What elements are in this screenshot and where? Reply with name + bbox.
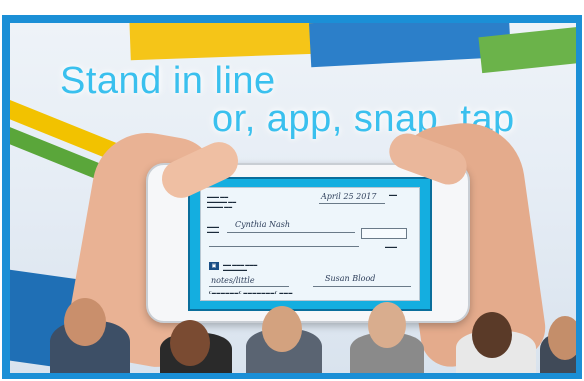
check-number: ▬▬	[389, 192, 397, 197]
check-date: April 25 2017	[321, 192, 377, 201]
check-account-holder: ▬▬▬ ▬▬ ▬▬▬▬▬ ▬▬ ▬▬▬▬ ▬▬	[207, 194, 237, 209]
check-memo: notes/little	[211, 276, 255, 285]
check-amount-box	[361, 228, 407, 239]
person-2-head	[170, 320, 210, 366]
person-6-head	[548, 316, 576, 360]
bank-name: ▬▬ ▬▬▬ ▬▬▬ ▬▬▬▬▬▬	[223, 262, 258, 272]
check-pay-to-label: ▬▬▬ ▬▬▬	[207, 224, 219, 234]
bank-logo: ▣	[209, 262, 219, 270]
check-dollars-label: ▬▬▬	[385, 244, 397, 249]
check-memo-line	[209, 286, 289, 287]
check-signature-line	[313, 286, 411, 287]
phone-screen: ▬▬▬ ▬▬ ▬▬▬▬▬ ▬▬ ▬▬▬▬ ▬▬ April 25 2017 ▬▬ ▬…	[188, 177, 432, 311]
person-5-head	[472, 312, 512, 358]
headline-line1: Stand in line	[60, 60, 276, 102]
check-payee: Cynthia Nash	[235, 220, 291, 229]
person-3-head	[262, 306, 302, 352]
check-image: ▬▬▬ ▬▬ ▬▬▬▬▬ ▬▬ ▬▬▬▬ ▬▬ April 25 2017 ▬▬ ▬…	[200, 187, 420, 301]
check-payee-line	[227, 232, 355, 233]
check-micr-line: ⑆▬▬▬▬▬▬⑆ ▬▬▬▬▬▬▬⑈ ▬▬▬	[209, 290, 293, 295]
person-1-head	[64, 298, 106, 346]
banner-image: Stand in line or, app, snap, tap ▬▬▬ ▬▬ ▬…	[0, 0, 584, 381]
person-4-head	[368, 302, 406, 348]
check-date-line	[319, 203, 385, 204]
check-written-amount-line	[209, 246, 359, 247]
banner-border: Stand in line or, app, snap, tap ▬▬▬ ▬▬ ▬…	[2, 15, 582, 379]
photo-scene: Stand in line or, app, snap, tap ▬▬▬ ▬▬ ▬…	[10, 23, 576, 373]
people-in-line	[10, 298, 576, 373]
check-signature: Susan Blood	[325, 274, 376, 283]
